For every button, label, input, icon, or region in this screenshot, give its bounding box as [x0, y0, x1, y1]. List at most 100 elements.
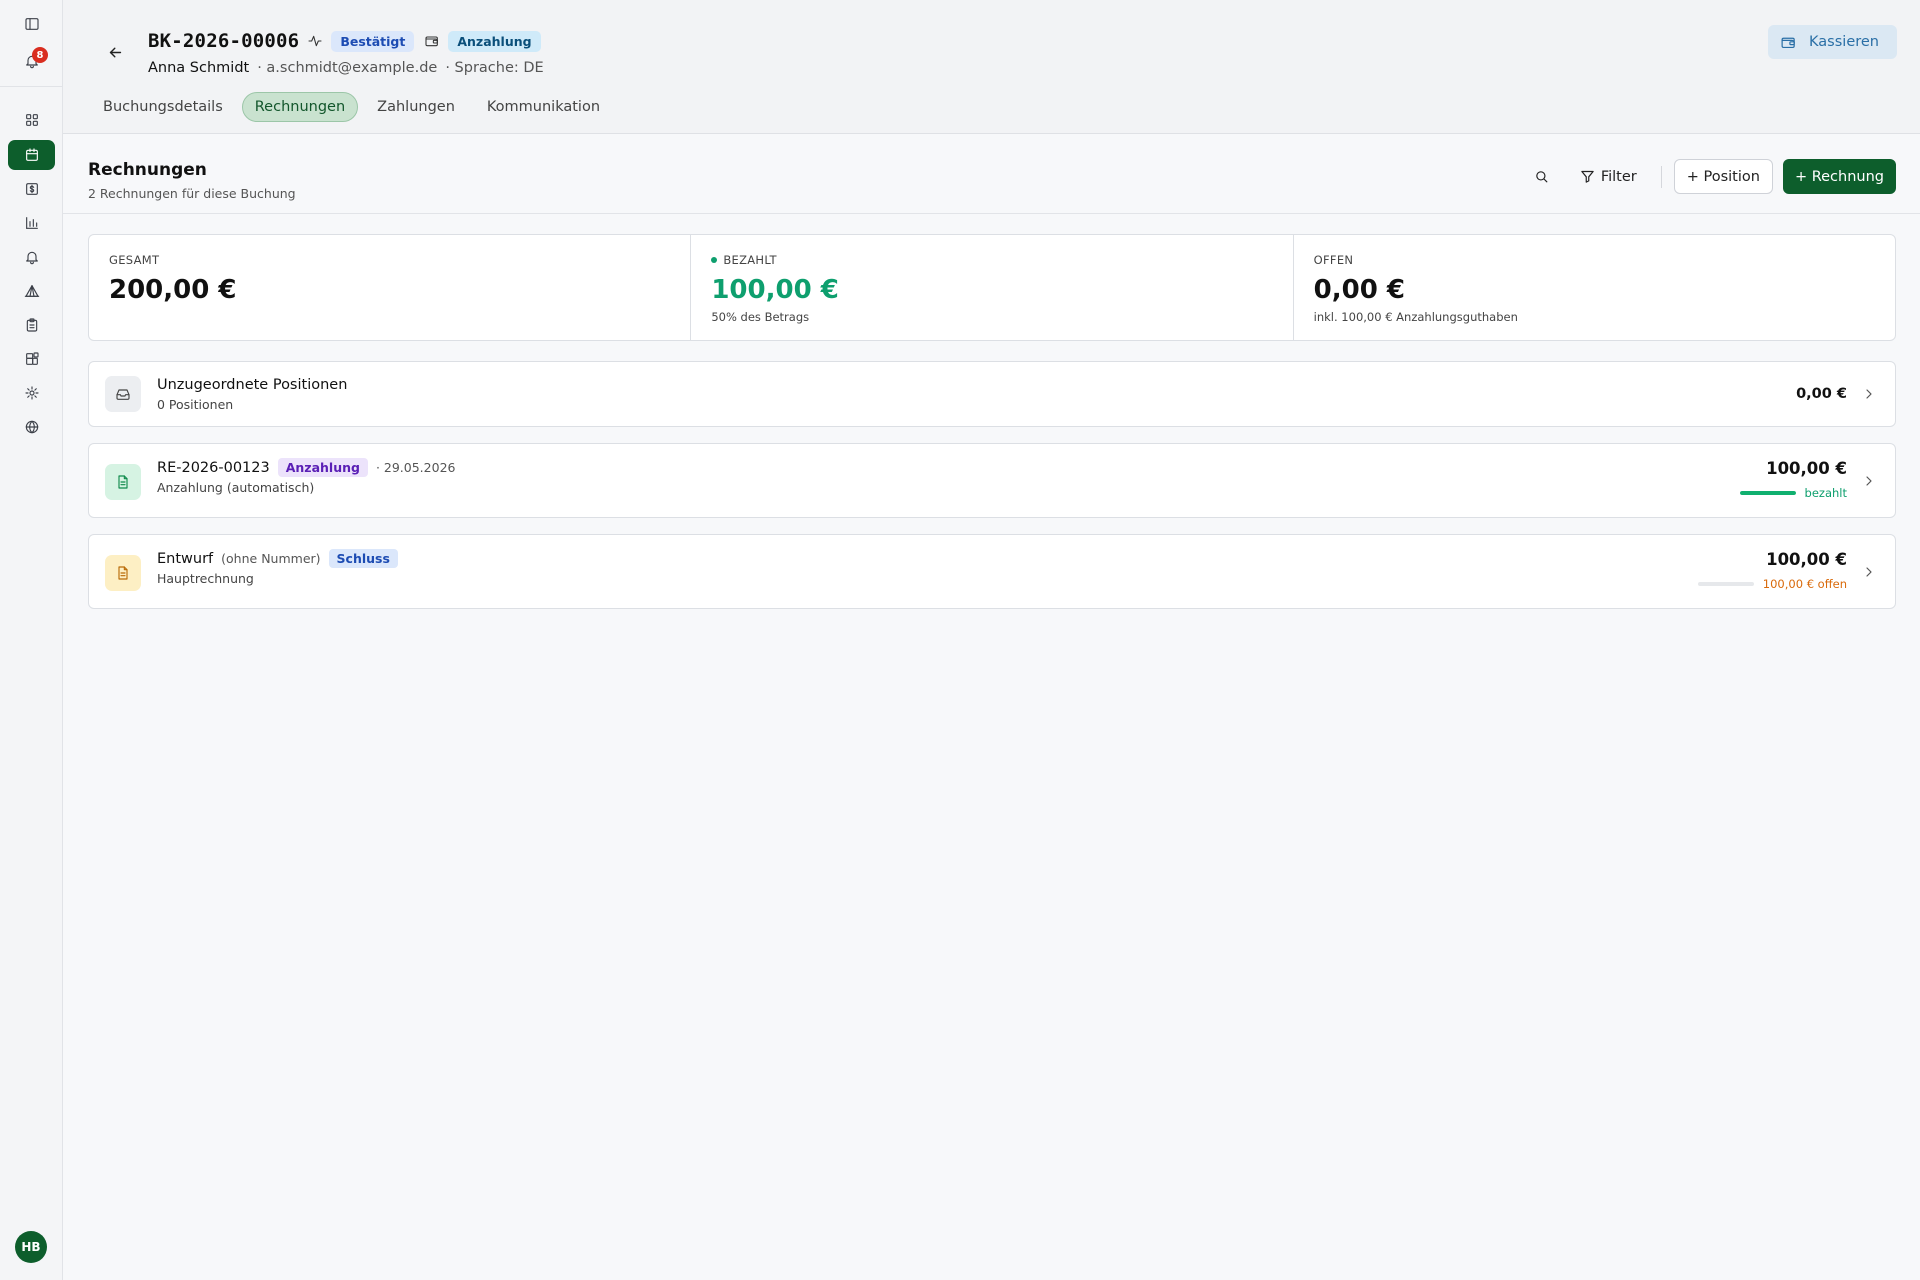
- row-title: Unzugeordnete Positionen: [157, 377, 347, 393]
- customer-email: · a.schmidt@example.de: [257, 60, 438, 76]
- unassigned-count: 0 Positionen: [157, 397, 234, 412]
- invoice-amount: 100,00 €: [1766, 459, 1847, 478]
- invoice-payment-status: 100,00 € offen: [1762, 577, 1847, 591]
- add-invoice-button[interactable]: + Rechnung: [1782, 159, 1896, 194]
- invoice-description: Hauptrechnung: [157, 571, 254, 586]
- tab-rechnungen[interactable]: Rechnungen: [241, 92, 359, 122]
- unassigned-title: Unzugeordnete Positionen: [157, 377, 348, 393]
- chevron-right-icon: [1861, 386, 1877, 402]
- booking-title-row: BK-2026-00006 Bestätigt Anzahlung: [148, 29, 541, 53]
- gear-icon: [24, 386, 39, 400]
- sidebar-item-reports[interactable]: [8, 208, 55, 238]
- summary-open-label: OFFEN: [1313, 253, 1354, 267]
- booking-id: BK-2026-00006: [148, 30, 300, 52]
- sidebar-toggle-button[interactable]: [8, 9, 55, 39]
- invoice-row[interactable]: Entwurf (ohne Nummer) Schluss Hauptrechn…: [88, 534, 1896, 609]
- summary-open-value: 0,00 €: [1313, 275, 1405, 305]
- invoice-title: RE-2026-00123 Anzahlung · 29.05.2026: [157, 458, 455, 477]
- filter-icon: [1581, 170, 1594, 183]
- summary-paid: BEZAHLT 100,00 € 50% des Betrags: [691, 235, 1294, 340]
- progress-bar: [1697, 582, 1754, 586]
- wallet-icon: [424, 33, 440, 49]
- summary-paid-label: BEZAHLT: [723, 253, 777, 267]
- summary-open-note: inkl. 100,00 € Anzahlungsguthaben: [1313, 310, 1518, 324]
- summary-paid-note: 50% des Betrags: [711, 310, 810, 324]
- summary-paid-value: 100,00 €: [711, 275, 839, 305]
- progress-bar: [1739, 491, 1796, 495]
- dashboard-icon: [25, 114, 38, 126]
- toolbar-divider: [1660, 165, 1662, 188]
- search-icon: [1536, 171, 1548, 183]
- clipboard-icon: [26, 318, 37, 332]
- arrow-left-icon: [109, 47, 121, 57]
- sidebar-item-finance[interactable]: [8, 174, 55, 204]
- sidebar-item-dashboard[interactable]: [8, 105, 55, 135]
- invoice-payment-progress: 100,00 € offen: [1697, 577, 1847, 591]
- sidebar-item-bookings[interactable]: [8, 140, 55, 170]
- paid-status-dot: [711, 257, 718, 263]
- unassigned-positions-row[interactable]: Unzugeordnete Positionen 0 Positionen 0,…: [88, 361, 1896, 427]
- payment-status-badge: Anzahlung: [448, 30, 541, 52]
- invoice-payment-progress: bezahlt: [1739, 486, 1847, 500]
- chevron-right-icon: [1861, 564, 1877, 580]
- invoice-title: Entwurf (ohne Nummer) Schluss: [157, 549, 398, 568]
- summary-total-label: GESAMT: [109, 253, 160, 267]
- invoice-type-badge: Schluss: [328, 549, 398, 568]
- search-button[interactable]: [1526, 161, 1558, 193]
- invoice-amount: 100,00 €: [1766, 550, 1847, 569]
- notification-count-badge: 8: [32, 47, 48, 63]
- customer-name[interactable]: Anna Schmidt: [148, 60, 249, 76]
- invoices-toolbar: Filter + Position + Rechnung: [1526, 159, 1896, 194]
- summary-total-value: 200,00 €: [109, 275, 237, 305]
- sidebar-item-settings[interactable]: [8, 378, 55, 408]
- invoice-draft-label: Entwurf: [157, 550, 214, 567]
- invoice-type-badge: Anzahlung: [277, 458, 368, 477]
- invoice-description: Anzahlung (automatisch): [157, 480, 315, 495]
- sidebar-item-tasks[interactable]: [8, 310, 55, 340]
- notifications-button[interactable]: 8: [8, 46, 55, 76]
- summary-open: OFFEN 0,00 € inkl. 100,00 € Anzahlungsgu…: [1294, 235, 1895, 340]
- invoice-summary: GESAMT 200,00 € BEZAHLT 100,00 € 50% des…: [88, 234, 1896, 341]
- invoices-section-header: Rechnungen 2 Rechnungen für diese Buchun…: [63, 134, 1920, 214]
- summary-paid-label-wrap: BEZAHLT: [711, 253, 777, 267]
- user-avatar[interactable]: HB: [15, 1231, 47, 1263]
- booking-tabs: Buchungsdetails Rechnungen Zahlungen Kom…: [90, 92, 613, 122]
- activity-icon[interactable]: [307, 33, 323, 49]
- bar-chart-icon: [25, 217, 38, 229]
- wallet-icon: [1781, 37, 1795, 48]
- sidebar-divider: [0, 86, 63, 87]
- invoice-row[interactable]: RE-2026-00123 Anzahlung · 29.05.2026 Anz…: [88, 443, 1896, 518]
- back-button[interactable]: [101, 38, 129, 66]
- invoice-number-note: (ohne Nummer): [221, 551, 321, 566]
- invoice-payment-status: bezahlt: [1804, 486, 1847, 500]
- section-subtitle: 2 Rechnungen für diese Buchung: [88, 186, 296, 201]
- customer-info: Anna Schmidt · a.schmidt@example.de · Sp…: [148, 60, 544, 76]
- chevron-right-icon: [1861, 473, 1877, 489]
- cash-register-label: Kassieren: [1809, 34, 1879, 50]
- tab-zahlungen[interactable]: Zahlungen: [364, 92, 468, 122]
- tent-icon: [24, 285, 39, 297]
- tab-kommunikation[interactable]: Kommunikation: [474, 92, 613, 122]
- filter-label: Filter: [1600, 168, 1637, 185]
- globe-icon: [25, 420, 38, 434]
- customer-language: · Sprache: DE: [445, 60, 544, 76]
- bell-icon: [25, 251, 38, 265]
- tab-buchungsdetails[interactable]: Buchungsdetails: [90, 92, 236, 122]
- sidebar-item-modules[interactable]: [8, 344, 55, 374]
- summary-total: GESAMT 200,00 €: [89, 235, 692, 340]
- blocks-icon: [25, 352, 39, 365]
- inbox-icon: [105, 376, 141, 412]
- sidebar-item-alerts[interactable]: [8, 242, 55, 272]
- add-position-button[interactable]: + Position: [1673, 159, 1773, 194]
- sidebar-item-web[interactable]: [8, 412, 55, 442]
- filter-button[interactable]: Filter: [1568, 159, 1649, 194]
- progress-fill: [1739, 491, 1796, 495]
- document-icon: [105, 464, 141, 500]
- unassigned-amount: 0,00 €: [1796, 386, 1847, 402]
- invoice-date: · 29.05.2026: [375, 460, 456, 475]
- sidebar: 8 HB: [0, 0, 63, 1280]
- panel-left-icon: [24, 18, 39, 30]
- booking-header: BK-2026-00006 Bestätigt Anzahlung Anna S…: [63, 0, 1920, 134]
- cash-register-button[interactable]: Kassieren: [1768, 25, 1897, 59]
- sidebar-item-camping[interactable]: [8, 276, 55, 306]
